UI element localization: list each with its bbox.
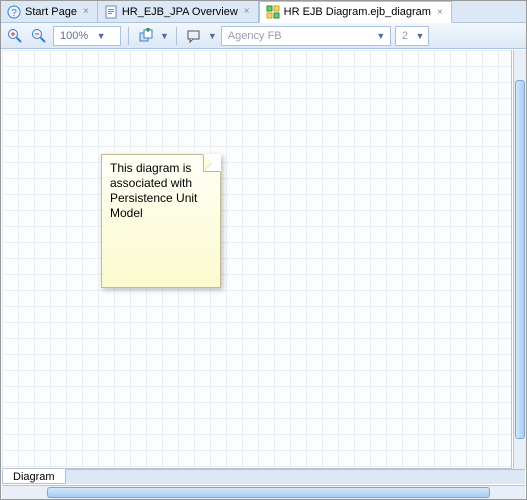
tab-diagram[interactable]: HR EJB Diagram.ejb_diagram × [259, 1, 452, 23]
tab-label: HR_EJB_JPA Overview [122, 6, 238, 18]
diagram-icon [266, 5, 280, 19]
zoom-combo[interactable]: 100% ▼ [53, 26, 121, 46]
diagram-toolbar: 100% ▼ ▼ ▼ Agency FB ▼ 2 ▼ [1, 23, 526, 49]
diagram-canvas-wrap: This diagram is associated with Persiste… [2, 50, 512, 469]
svg-text:?: ? [11, 8, 17, 19]
chevron-down-icon[interactable]: ▼ [208, 31, 217, 41]
diagram-canvas[interactable]: This diagram is associated with Persiste… [2, 50, 512, 469]
vertical-scrollbar[interactable] [513, 50, 526, 469]
close-icon[interactable]: × [81, 6, 91, 17]
note-fold-icon [203, 154, 221, 172]
bring-front-button[interactable] [136, 26, 156, 46]
font-combo[interactable]: Agency FB ▼ [221, 26, 391, 46]
editor-tab-bar: ? Start Page × HR_EJB_JPA Overview × HR … [1, 1, 526, 23]
tab-overview[interactable]: HR_EJB_JPA Overview × [98, 1, 259, 22]
zoom-out-button[interactable] [29, 26, 49, 46]
chevron-down-icon: ▼ [94, 31, 108, 41]
fontsize-value: 2 [402, 30, 408, 42]
scroll-thumb[interactable] [515, 80, 525, 439]
help-icon: ? [7, 5, 21, 19]
chevron-down-icon: ▼ [374, 31, 388, 41]
separator [176, 27, 177, 45]
tab-label: HR EJB Diagram.ejb_diagram [284, 6, 431, 18]
tab-start-page[interactable]: ? Start Page × [1, 1, 98, 22]
close-icon[interactable]: × [242, 6, 252, 17]
annotation-button[interactable] [184, 26, 204, 46]
zoom-in-button[interactable] [5, 26, 25, 46]
sticky-note[interactable]: This diagram is associated with Persiste… [101, 154, 221, 288]
bottom-tab-bar: Diagram [2, 469, 525, 484]
note-text: This diagram is associated with Persiste… [110, 161, 197, 220]
chevron-down-icon[interactable]: ▼ [160, 31, 169, 41]
separator [128, 27, 129, 45]
scroll-thumb[interactable] [47, 487, 490, 498]
fontsize-combo[interactable]: 2 ▼ [395, 26, 429, 46]
chevron-down-icon: ▼ [414, 31, 426, 41]
font-value: Agency FB [228, 30, 282, 42]
zoom-value: 100% [60, 30, 88, 42]
page-icon [104, 5, 118, 19]
bottom-tab-label: Diagram [13, 471, 55, 483]
close-icon[interactable]: × [435, 7, 445, 18]
tab-label: Start Page [25, 6, 77, 18]
bottom-tab-diagram[interactable]: Diagram [2, 469, 66, 484]
horizontal-scrollbar[interactable] [2, 485, 525, 499]
